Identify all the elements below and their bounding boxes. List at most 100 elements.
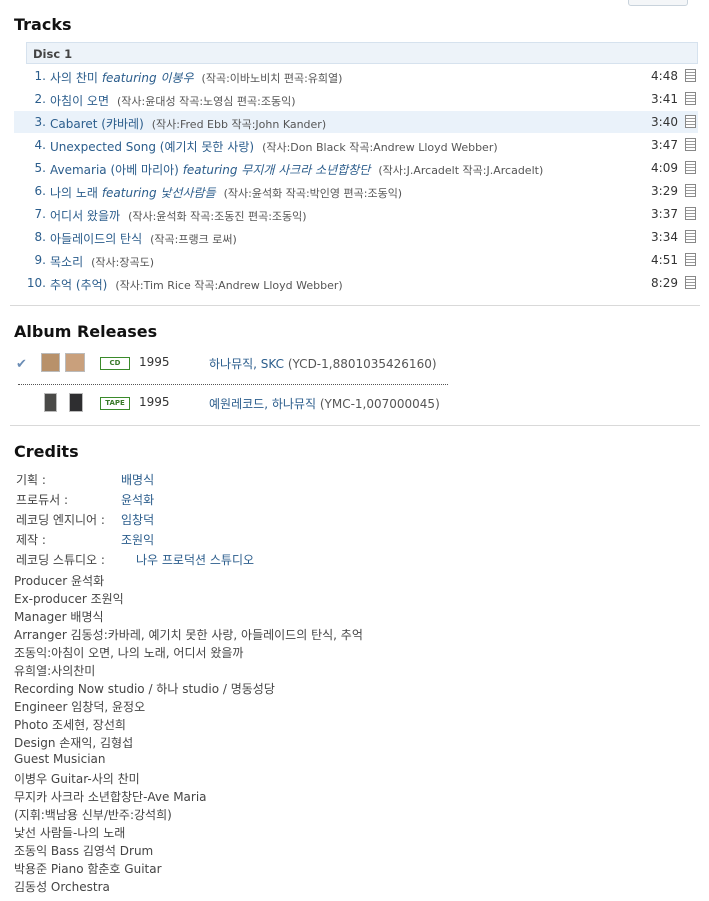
credit-person-link[interactable]: 임창덕 bbox=[121, 511, 154, 528]
top-corner-button[interactable] bbox=[628, 0, 688, 6]
track-title-link[interactable]: Cabaret (캬바레) bbox=[50, 117, 144, 131]
track-number: 3. bbox=[34, 115, 46, 129]
track-title-link[interactable]: 아침이 오면 bbox=[50, 94, 109, 108]
releases-heading: Album Releases bbox=[14, 322, 158, 341]
track-number: 9. bbox=[34, 253, 46, 267]
track-credit: (작곡:프랭크 로써) bbox=[150, 233, 237, 246]
credit-note-line: Guest Musician bbox=[14, 752, 106, 766]
featuring-artist-link[interactable]: 이봉우 bbox=[160, 71, 193, 85]
track-title-line: Avemaria (아베 마리아) featuring 무지개 사크라 소년합창… bbox=[50, 161, 543, 178]
track-title-link[interactable]: 목소리 bbox=[50, 255, 83, 269]
credit-note-line: Producer 윤석화 bbox=[14, 574, 105, 588]
cover-thumbnail[interactable] bbox=[44, 393, 57, 412]
track-title-line: 목소리 (작사:장곡도) bbox=[50, 253, 154, 270]
credit-note-line: 이병우 Guitar-사의 찬미 bbox=[14, 772, 140, 786]
credit-person-link[interactable]: 나우 프로덕션 스튜디오 bbox=[136, 551, 254, 568]
featuring-artist-link[interactable]: 낯선사람들 bbox=[160, 186, 215, 200]
track-duration: 3:29 bbox=[651, 184, 678, 198]
credit-note-line: 조동익:아침이 오면, 나의 노래, 어디서 왔을까 bbox=[14, 646, 244, 660]
credit-note-line: 낯선 사람들-나의 노래 bbox=[14, 826, 126, 840]
track-title-link[interactable]: 어디서 왔을까 bbox=[50, 209, 120, 223]
lyrics-icon[interactable] bbox=[685, 115, 696, 128]
track-title-link[interactable]: Avemaria (아베 마리아) bbox=[50, 163, 179, 177]
credit-role: 기획 : bbox=[16, 473, 46, 487]
credit-note-line: Arranger 김동성:카바레, 예기치 못한 사랑, 아들레이드의 탄식, … bbox=[14, 628, 363, 642]
featuring-artist-link[interactable]: 무지개 사크라 소년합창단 bbox=[241, 163, 370, 177]
credit-note-line: 조동익 Bass 김영석 Drum bbox=[14, 844, 154, 858]
track-title-line: 나의 노래 featuring 낯선사람들 (작사:윤석화 작곡:박인영 편곡:조… bbox=[50, 184, 402, 201]
track-row: 10. 추억 (추억) (작사:Tim Rice 작곡:Andrew Lloyd W… bbox=[14, 272, 698, 294]
credit-note-line: (지휘:백남용 신부/반주:강석희) bbox=[14, 808, 172, 822]
track-title-link[interactable]: 사의 찬미 bbox=[50, 71, 98, 85]
lyrics-icon[interactable] bbox=[685, 230, 696, 243]
track-row: 6. 나의 노래 featuring 낯선사람들 (작사:윤석화 작곡:박인영 편곡… bbox=[14, 180, 698, 202]
track-title-line: 아들레이드의 탄식 (작곡:프랭크 로써) bbox=[50, 230, 237, 247]
track-credit: (작사:윤석화 작곡:박인영 편곡:조동익) bbox=[223, 187, 403, 200]
lyrics-icon[interactable] bbox=[685, 207, 696, 220]
label-names[interactable]: 예원레코드, 하나뮤직 bbox=[209, 397, 316, 411]
cover-thumbnail[interactable] bbox=[65, 353, 85, 372]
track-title-link[interactable]: Unexpected Song (예기치 못한 사랑) bbox=[50, 140, 254, 154]
credit-role: 프로듀서 : bbox=[16, 493, 69, 507]
track-row: 5. Avemaria (아베 마리아) featuring 무지개 사크라 소년… bbox=[14, 157, 698, 179]
track-number: 1. bbox=[34, 69, 46, 83]
credit-note-line: Photo 조세현, 장선희 bbox=[14, 718, 126, 732]
track-duration: 8:29 bbox=[651, 276, 678, 290]
track-number: 7. bbox=[34, 207, 46, 221]
credit-person-link[interactable]: 윤석화 bbox=[121, 491, 154, 508]
track-row: 2. 아침이 오면 (작사:윤대성 작곡:노영심 편곡:조동익) 3:41 bbox=[14, 88, 698, 110]
catalog-code: (YCD-1,8801035426160) bbox=[287, 357, 437, 371]
track-row: 9. 목소리 (작사:장곡도) 4:51 bbox=[14, 249, 698, 271]
lyrics-icon[interactable] bbox=[685, 276, 696, 289]
track-number: 2. bbox=[34, 92, 46, 106]
track-duration: 3:40 bbox=[651, 115, 678, 129]
release-row: TAPE 1995 예원레코드, 하나뮤직 (YMC-1,007000045) bbox=[14, 392, 704, 418]
track-duration: 4:51 bbox=[651, 253, 678, 267]
track-row: 3. Cabaret (캬바레) (작사:Fred Ebb 작곡:John Kand… bbox=[14, 111, 698, 133]
release-label-link[interactable]: 예원레코드, 하나뮤직 (YMC-1,007000045) bbox=[209, 395, 440, 412]
track-row: 4. Unexpected Song (예기치 못한 사랑) (작사:Don Bla… bbox=[14, 134, 698, 156]
label-names[interactable]: 하나뮤직, SKC bbox=[209, 357, 284, 371]
track-title-link[interactable]: 나의 노래 bbox=[50, 186, 98, 200]
lyrics-icon[interactable] bbox=[685, 69, 696, 82]
release-label-link[interactable]: 하나뮤직, SKC (YCD-1,8801035426160) bbox=[209, 355, 437, 372]
catalog-code: (YMC-1,007000045) bbox=[319, 397, 440, 411]
track-credit: (작사:J.Arcadelt 작곡:J.Arcadelt) bbox=[378, 164, 544, 177]
track-title-line: 아침이 오면 (작사:윤대성 작곡:노영심 편곡:조동익) bbox=[50, 92, 296, 109]
track-duration: 4:09 bbox=[651, 161, 678, 175]
track-number: 4. bbox=[34, 138, 46, 152]
credit-note-line: 무지카 사크라 소년합창단-Ave Maria bbox=[14, 790, 207, 804]
credit-note-line: Recording Now studio / 하나 studio / 명동성당 bbox=[14, 682, 275, 696]
format-badge: TAPE bbox=[100, 397, 130, 410]
credit-note-line: Manager 배명식 bbox=[14, 610, 104, 624]
track-title-link[interactable]: 추억 (추억) bbox=[50, 278, 107, 292]
track-duration: 4:48 bbox=[651, 69, 678, 83]
cover-thumbnail[interactable] bbox=[69, 393, 83, 412]
credit-person-link[interactable]: 조원익 bbox=[121, 531, 154, 548]
track-duration: 3:41 bbox=[651, 92, 678, 106]
disc-header: Disc 1 bbox=[26, 42, 698, 64]
credit-role: 레코딩 엔지니어 : bbox=[16, 513, 105, 527]
credit-person-link[interactable]: 배명식 bbox=[121, 471, 154, 488]
release-year: 1995 bbox=[139, 395, 170, 409]
track-title-line: 추억 (추억) (작사:Tim Rice 작곡:Andrew Lloyd Webb… bbox=[50, 276, 343, 293]
track-credit: (작사:Tim Rice 작곡:Andrew Lloyd Webber) bbox=[115, 279, 343, 292]
lyrics-icon[interactable] bbox=[685, 184, 696, 197]
track-duration: 3:47 bbox=[651, 138, 678, 152]
credit-note-line: 유희열:사의찬미 bbox=[14, 664, 96, 678]
lyrics-icon[interactable] bbox=[685, 138, 696, 151]
track-number: 10. bbox=[26, 276, 46, 290]
cover-thumbnail[interactable] bbox=[41, 353, 60, 372]
track-credit: (작사:장곡도) bbox=[91, 256, 155, 269]
disc-label: Disc 1 bbox=[33, 47, 73, 61]
track-credit: (작사:윤대성 작곡:노영심 편곡:조동익) bbox=[117, 95, 296, 108]
track-title-link[interactable]: 아들레이드의 탄식 bbox=[50, 232, 142, 246]
lyrics-icon[interactable] bbox=[685, 92, 696, 105]
credit-note-line: 김동성 Orchestra bbox=[14, 880, 110, 894]
featuring-label: featuring bbox=[101, 71, 157, 85]
track-title-line: Unexpected Song (예기치 못한 사랑) (작사:Don Black… bbox=[50, 138, 498, 155]
track-credit: (작사:Fred Ebb 작곡:John Kander) bbox=[151, 118, 327, 131]
credit-note-line: Design 손재익, 김형섭 bbox=[14, 736, 134, 750]
lyrics-icon[interactable] bbox=[685, 161, 696, 174]
lyrics-icon[interactable] bbox=[685, 253, 696, 266]
